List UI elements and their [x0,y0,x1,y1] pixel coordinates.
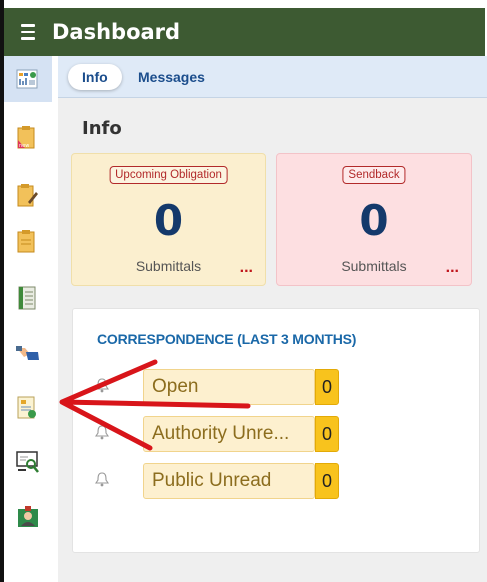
app-header: Dashboard [4,8,485,56]
handshake-icon[interactable] [16,342,39,364]
more-options-button[interactable]: ... [240,259,253,277]
search-review-icon[interactable] [16,450,39,473]
panel-title: CORRESPONDENCE (LAST 3 MONTHS) [97,331,357,347]
register-icon[interactable] [16,286,38,310]
row-count: 0 [315,416,339,452]
main-content: Info Messages Info Upcoming Obligation 0… [58,56,487,582]
page-title: Dashboard [52,20,181,44]
bell-icon [95,378,109,393]
card-count: 0 [359,196,389,245]
tab-bar: Info Messages [58,56,487,98]
status-badge: Upcoming Obligation [109,166,228,184]
row-label: Open [143,369,315,405]
user-badge-icon[interactable] [16,505,38,527]
card-count: 0 [153,196,184,245]
svg-text:new: new [19,143,29,149]
more-options-button[interactable]: ... [446,259,459,277]
dashboard-icon[interactable] [16,68,38,90]
section-title: Info [82,118,122,139]
report-icon[interactable] [16,396,38,419]
document-icon[interactable] [16,230,38,253]
hamburger-menu-icon[interactable] [4,8,52,56]
row-count: 0 [315,369,339,405]
status-badge: Sendback [342,166,406,184]
app-window: Dashboard new Info Messages Info Upcomin… [0,0,487,582]
row-label: Public Unread [143,463,315,499]
correspondence-panel: CORRESPONDENCE (LAST 3 MONTHS) Open 0 Au… [72,308,480,553]
bell-icon [95,425,109,440]
tab-info[interactable]: Info [68,64,122,90]
row-label: Authority Unre... [143,416,315,452]
upcoming-obligation-card[interactable]: Upcoming Obligation 0 Submittals ... [71,153,266,286]
bell-icon [95,472,109,487]
tab-messages[interactable]: Messages [138,64,205,90]
sidebar: new [4,56,52,582]
new-document-icon[interactable]: new [16,126,38,149]
card-label: Submittals [135,258,202,274]
row-count: 0 [315,463,339,499]
card-label: Submittals [341,258,407,274]
sendback-card[interactable]: Sendback 0 Submittals ... [276,153,472,286]
edit-document-icon[interactable] [16,184,38,207]
